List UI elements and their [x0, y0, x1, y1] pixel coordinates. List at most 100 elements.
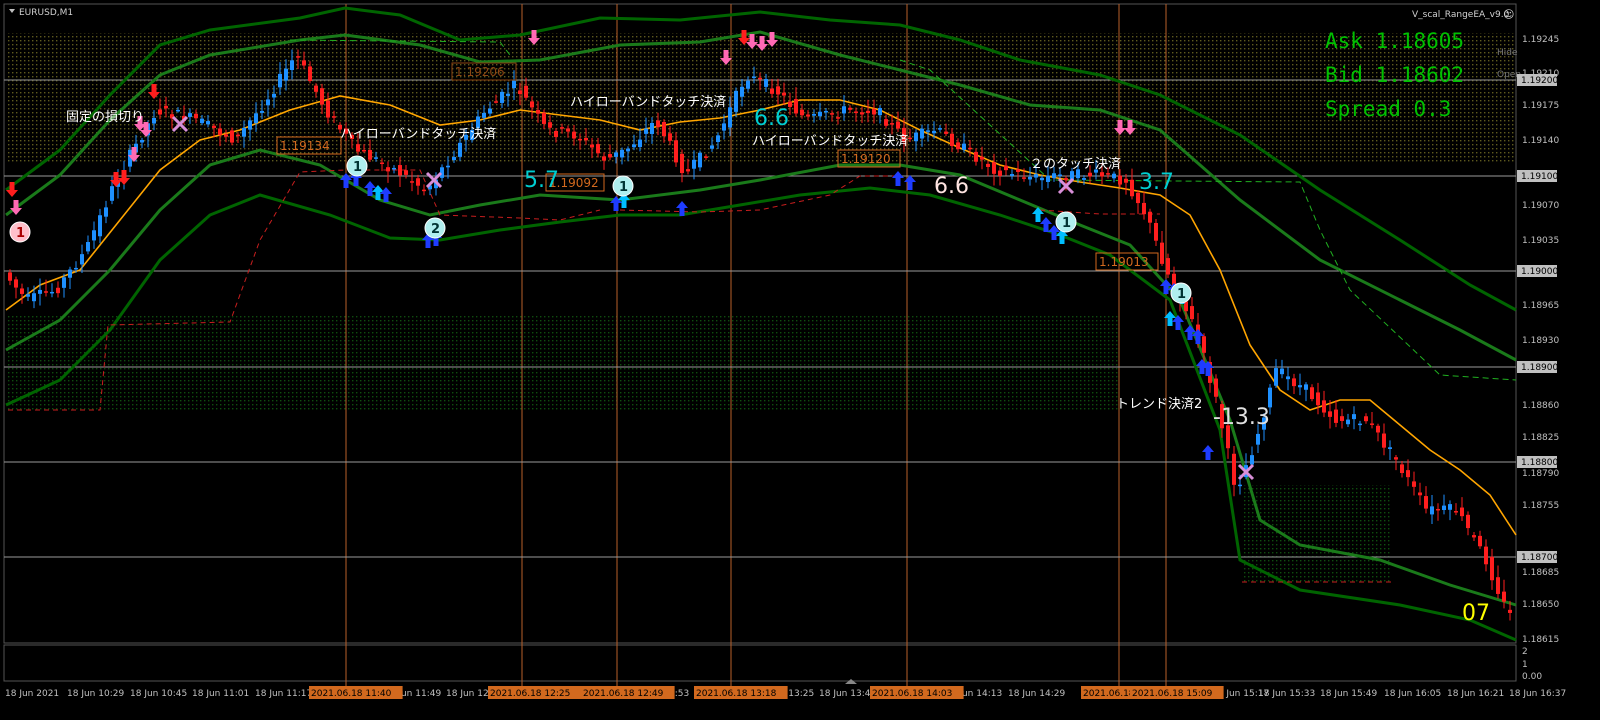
candle-body: [602, 156, 606, 161]
candle-body: [974, 151, 978, 162]
smiley-icon[interactable]: ☺: [1503, 8, 1514, 21]
candle-body: [770, 88, 774, 94]
chart-canvas[interactable]: 1 1 1 1 2 1 EURUSD,M1 V_scal_RangeEA_v9.0 ☺ A…: [0, 0, 1600, 720]
price-highlight-label: 1.19200: [1521, 76, 1558, 86]
candle-body: [1274, 368, 1278, 386]
candle-body: [1478, 535, 1482, 547]
candle-body: [908, 137, 912, 140]
hide-button[interactable]: Hide: [1497, 48, 1518, 58]
candle-body: [1322, 400, 1326, 413]
entry-marker-number: 1: [1177, 287, 1186, 302]
candle-body: [746, 80, 750, 89]
candle-body: [1358, 423, 1362, 426]
price-tick-label: 1.18965: [1522, 301, 1559, 311]
time-tick-label: 18 Jun 11:01: [192, 689, 249, 699]
chart-header: EURUSD,M1 V_scal_RangeEA_v9.0 ☺: [9, 8, 1514, 21]
price-tick-label: 1.18790: [1522, 469, 1559, 479]
candle-body: [74, 267, 78, 270]
range-zone-low: [1242, 485, 1392, 582]
candle-body: [806, 114, 810, 117]
candle-body: [458, 142, 462, 157]
candle-body: [980, 156, 984, 160]
candle-body: [968, 147, 972, 150]
candle-body: [818, 111, 822, 117]
indicator-tick: 1: [1522, 660, 1528, 670]
symbol-title[interactable]: EURUSD,M1: [19, 8, 73, 18]
candle-body: [842, 106, 846, 114]
annotation-fixed-stop: 固定の損切り: [66, 110, 144, 125]
candle-body: [1190, 306, 1194, 320]
candle-body: [914, 132, 918, 142]
candle-body: [320, 88, 324, 105]
candle-body: [1412, 481, 1416, 487]
profit-label: 6.6: [754, 106, 789, 131]
candle-body: [1442, 505, 1446, 511]
candle-body: [1148, 211, 1152, 223]
annotation-hilo-1: ハイローバンドタッチ決済: [340, 126, 496, 142]
candle-body: [14, 279, 18, 288]
candle-body: [812, 114, 816, 116]
candle-body: [230, 130, 234, 143]
candle-body: [206, 121, 210, 125]
price-tick-label: 1.19035: [1522, 236, 1559, 246]
price-highlight-label: 1.18900: [1521, 363, 1558, 373]
candle-body: [368, 149, 372, 160]
time-tick-label: 18 Jun 10:29: [67, 689, 124, 699]
candle-body: [1334, 409, 1338, 423]
candle-body: [302, 60, 306, 66]
price-axis[interactable]: 1.192451.192101.191751.191401.190701.190…: [1517, 35, 1559, 645]
candle-body: [332, 116, 336, 118]
candle-body: [542, 112, 546, 124]
candle-body: [1472, 535, 1476, 538]
time-tick-label: 18 Jun 2021: [5, 689, 59, 699]
candle-body: [638, 139, 642, 148]
time-tick-label: 18 Jun 12: [446, 689, 489, 699]
candle-body: [794, 99, 798, 114]
candle-body: [1364, 416, 1368, 422]
candle-body: [920, 128, 924, 139]
buy-arrow-icon: [1202, 445, 1214, 460]
symbol-dropdown-icon[interactable]: [9, 9, 15, 13]
candle-body: [1100, 172, 1104, 177]
time-tick-label: 18 Jun 10:45: [130, 689, 187, 699]
candle-body: [986, 163, 990, 167]
candle-body: [314, 85, 318, 92]
candle-body: [1202, 336, 1206, 353]
candle-body: [992, 162, 996, 174]
price-tick-label: 1.18755: [1522, 501, 1559, 511]
candle-body: [362, 149, 366, 152]
candle-body: [572, 131, 576, 139]
candle-body: [1484, 546, 1488, 565]
time-highlight-label: 2021.06.18 14:03: [872, 689, 952, 699]
candle-body: [44, 291, 48, 293]
entry-marker-number: 1: [619, 180, 628, 195]
candle-body: [326, 100, 330, 118]
candle-body: [1004, 165, 1008, 171]
candle-body: [686, 169, 690, 172]
candle-body: [1418, 492, 1422, 496]
candle-body: [890, 123, 894, 125]
candle-body: [674, 140, 678, 163]
time-highlight-label: 2021.06.18: [1083, 689, 1135, 699]
candle-body: [1034, 174, 1038, 178]
candle-body: [416, 178, 420, 186]
annotation-hilo-3: ハイローバンドタッチ決済: [752, 133, 908, 149]
time-axis[interactable]: 18 Jun 2021 18 Jun 10:29 18 Jun 10:45 18 Ju…: [5, 686, 1566, 699]
candle-body: [62, 277, 66, 288]
candle-body: [374, 157, 378, 159]
candle-body: [1106, 173, 1110, 175]
price-tick-label: 1.18930: [1522, 336, 1559, 346]
time-highlight-label: 2021.06.18 13:18: [696, 689, 777, 699]
candle-body: [80, 254, 84, 265]
candle-body: [356, 144, 360, 152]
time-highlight-label: 2021.06.18 11:40: [311, 689, 392, 699]
candle-body: [236, 134, 240, 137]
sell-arrow-icon: [10, 200, 22, 215]
candle-body: [716, 135, 720, 143]
price-box: 1.19134: [280, 139, 330, 153]
candle-body: [764, 79, 768, 87]
candle-body: [1310, 387, 1314, 400]
candle-body: [926, 130, 930, 132]
price-box: 1.19120: [841, 152, 891, 166]
candle-body: [266, 99, 270, 106]
